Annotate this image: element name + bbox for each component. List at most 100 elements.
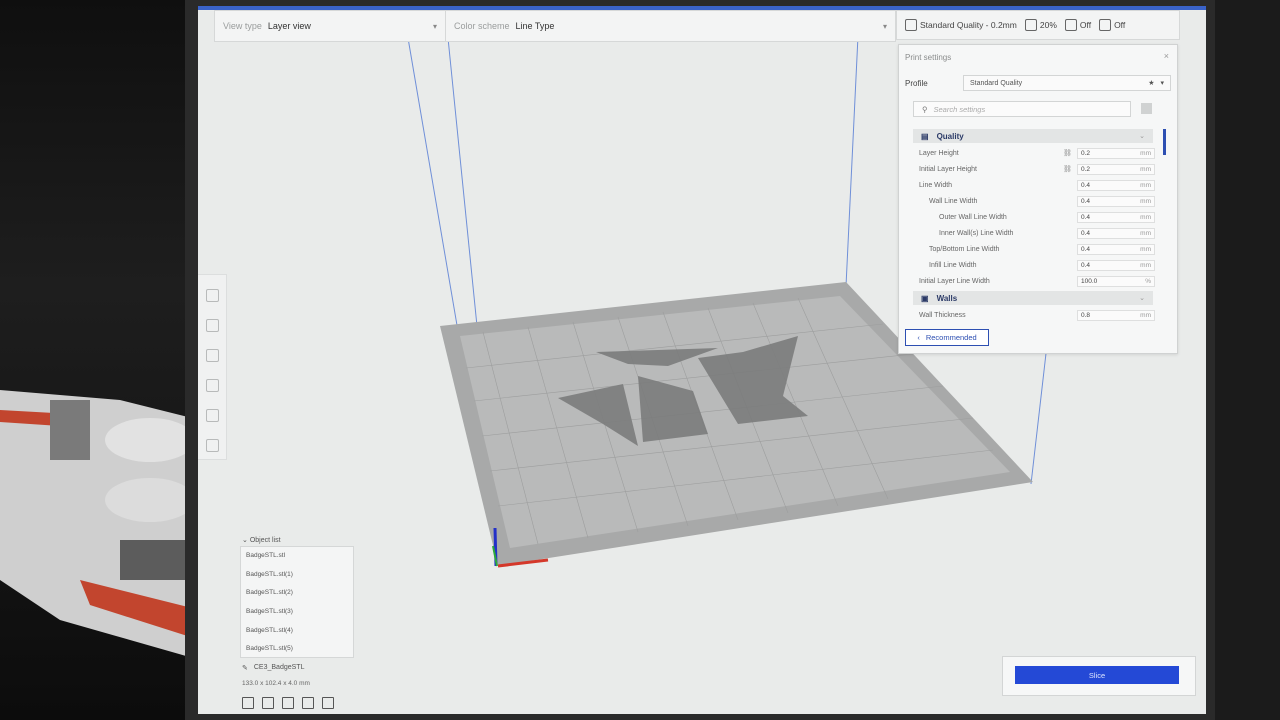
setting-value-input[interactable]: 0.4 mm [1077, 227, 1155, 239]
setting-name: Line Width [919, 181, 953, 189]
setting-name: Outer Wall Line Width [939, 213, 1007, 221]
model-dimensions: 133.0 x 102.4 x 4.0 mm [242, 680, 310, 687]
setting-unit: % [1145, 277, 1151, 285]
list-item[interactable]: BadgeSTL.stl(3) [246, 608, 293, 615]
setting-value: 0.8 [1081, 311, 1091, 319]
front-view-icon[interactable] [262, 697, 274, 709]
setting-value: 0.2 [1081, 149, 1091, 157]
setting-value-input[interactable]: 0.4 mm [1077, 211, 1155, 223]
chevron-down-icon: ⌄ [1139, 133, 1145, 140]
setting-value-input[interactable]: 0.8 mm [1077, 309, 1155, 321]
adhesion-summary-text: Off [1114, 20, 1126, 30]
spaceship-model-photo [0, 390, 200, 660]
chevron-down-icon: ▾ [432, 21, 437, 31]
setting-row: Initial Layer Line Width 100.0% [919, 274, 1155, 288]
recommended-button-label: Recommended [925, 333, 977, 342]
top-view-icon[interactable] [282, 697, 294, 709]
right-view-icon[interactable] [322, 697, 334, 709]
mirror-tool-icon[interactable] [206, 379, 219, 392]
print-setup-summary[interactable]: Standard Quality - 0.2mm 20% Off Off [896, 10, 1180, 40]
setting-value: 100.0 [1081, 277, 1098, 285]
setting-value: 0.4 [1081, 181, 1091, 189]
list-item[interactable]: BadgeSTL.stl(2) [246, 589, 293, 596]
chevron-down-icon: ▾ [882, 21, 887, 31]
setting-value-input[interactable]: 0.4 mm [1077, 179, 1155, 191]
left-view-icon[interactable] [302, 697, 314, 709]
setting-value-input[interactable]: 0.4 mm [1077, 195, 1155, 207]
profile-label: Profile [905, 78, 928, 88]
pencil-icon[interactable]: ✎ [242, 664, 248, 672]
setting-value-input[interactable]: 0.2 mm [1077, 163, 1155, 175]
panel-title: Print settings [905, 53, 952, 62]
setting-value: 0.4 [1081, 229, 1091, 237]
job-name-row[interactable]: ✎ CE3_BadgeSTL [242, 664, 304, 672]
category-walls[interactable]: ▣ Walls ⌄ [913, 291, 1153, 305]
color-scheme-select[interactable]: Color scheme Line Type ▾ [446, 11, 895, 41]
setting-value: 0.4 [1081, 213, 1091, 221]
profile-select[interactable]: Standard Quality ★ ▾ [963, 75, 1171, 91]
slice-panel: Slice [1002, 656, 1196, 696]
object-list-header[interactable]: ⌄ Object list [242, 536, 281, 544]
category-walls-label: Walls [936, 293, 958, 303]
profile-summary-text: Standard Quality - 0.2mm [920, 20, 1017, 30]
move-tool-icon[interactable] [206, 289, 219, 302]
setting-value: 0.4 [1081, 197, 1091, 205]
infill-icon [1024, 19, 1037, 31]
setting-value: 0.4 [1081, 245, 1091, 253]
color-scheme-value: Line Type [515, 21, 555, 31]
setting-name: Inner Wall(s) Line Width [939, 229, 1014, 237]
setting-value-input[interactable]: 0.2 mm [1077, 147, 1155, 159]
per-model-settings-icon[interactable] [206, 409, 219, 422]
quality-category-icon: ▤ [921, 131, 929, 141]
setting-row: Inner Wall(s) Line Width 0.4 mm [919, 226, 1155, 240]
search-placeholder: Search settings [933, 104, 986, 114]
color-scheme-label: Color scheme [454, 21, 510, 31]
profile-row: Profile Standard Quality ★ ▾ [905, 75, 1171, 91]
setting-name: Infill Line Width [929, 261, 977, 269]
search-icon: ⚲ [922, 104, 928, 114]
list-item[interactable]: BadgeSTL.stl [246, 552, 285, 559]
infill-summary-text: 20% [1039, 20, 1057, 30]
setting-name: Initial Layer Line Width [919, 277, 990, 285]
infill-summary: 20% [1024, 19, 1057, 31]
setting-name: Wall Line Width [929, 197, 978, 205]
list-item[interactable]: BadgeSTL.stl(1) [246, 571, 293, 578]
support-summary: Off [1064, 19, 1091, 31]
adhesion-icon [1099, 19, 1112, 31]
chevron-down-icon: ⌄ [1139, 295, 1145, 302]
setting-value-input[interactable]: 0.4 mm [1077, 243, 1155, 255]
list-item[interactable]: BadgeSTL.stl(5) [246, 645, 293, 652]
scale-tool-icon[interactable] [206, 319, 219, 332]
cura-window: View type Layer view ▾ Color scheme Line… [198, 6, 1206, 714]
setting-value-input[interactable]: 0.4 mm [1077, 259, 1155, 271]
slice-button[interactable]: Slice [1015, 666, 1179, 684]
setting-name: Wall Thickness [919, 311, 966, 319]
camera-views [242, 697, 334, 709]
object-list-title: Object list [249, 537, 281, 544]
rotate-tool-icon[interactable] [206, 349, 219, 362]
link-icon: ⛓ [1063, 166, 1072, 173]
print-settings-panel: Print settings × Profile Standard Qualit… [898, 44, 1178, 354]
view-type-select[interactable]: View type Layer view ▾ [215, 11, 446, 41]
close-icon[interactable]: × [1164, 51, 1169, 61]
category-quality[interactable]: ▤ Quality ⌄ [913, 129, 1153, 143]
setting-value-input[interactable]: 100.0% [1077, 275, 1155, 287]
support-blocker-icon[interactable] [206, 439, 219, 452]
adhesion-summary: Off [1099, 19, 1125, 31]
list-item[interactable]: BadgeSTL.stl(4) [246, 627, 293, 634]
settings-scrollbar[interactable] [1163, 129, 1166, 155]
setting-unit: mm [1140, 261, 1151, 269]
3d-view-icon[interactable] [242, 697, 254, 709]
setting-unit: mm [1140, 149, 1151, 157]
setting-row: Wall Line Width 0.4 mm [919, 194, 1155, 208]
recommended-button[interactable]: ‹ Recommended [905, 329, 989, 346]
setting-row: Layer Height ⛓ 0.2 mm [919, 146, 1155, 160]
settings-visibility-menu-icon[interactable] [1141, 103, 1152, 114]
search-settings-field[interactable]: ⚲ Search settings [913, 101, 1131, 117]
chevron-down-icon: ▾ [1160, 80, 1164, 87]
view-type-label: View type [223, 21, 262, 31]
star-icon[interactable]: ★ [1148, 79, 1154, 87]
sliders-icon [905, 19, 917, 31]
setting-unit: mm [1140, 165, 1151, 173]
tool-bar [198, 274, 227, 460]
